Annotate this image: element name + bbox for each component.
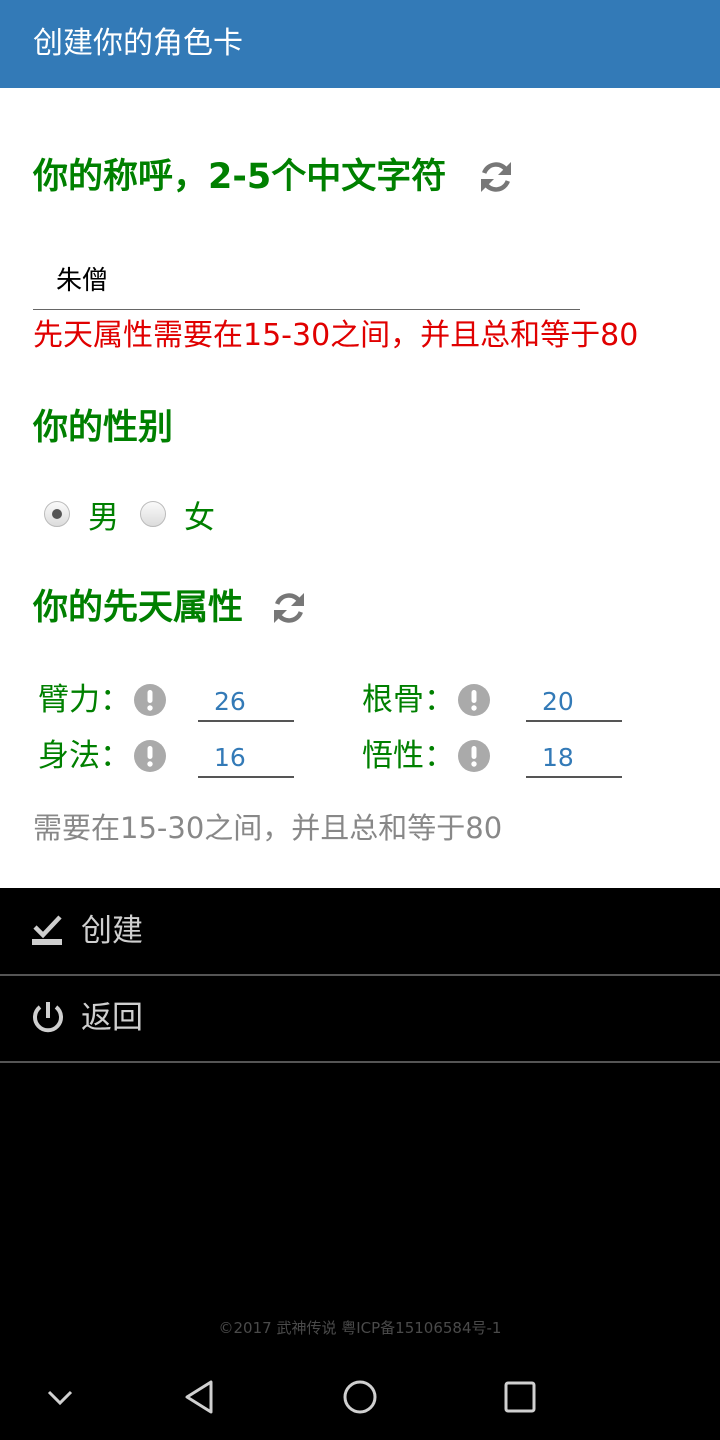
name-heading: 你的称呼，2-5个中文字符: [33, 157, 447, 197]
strength-input[interactable]: [198, 682, 294, 722]
back-label: 返回: [81, 1000, 143, 1036]
refresh-name-icon[interactable]: [478, 159, 514, 195]
back-button[interactable]: 返回: [0, 975, 720, 1063]
attribute-error-message: 先天属性需要在15-30之间，并且总和等于80: [33, 318, 639, 353]
character-form: 你的称呼，2-5个中文字符 先天属性需要在15-30之间，并且总和等于80 你的…: [0, 88, 720, 888]
agility-info-icon[interactable]: [134, 740, 166, 772]
create-label: 创建: [81, 913, 143, 949]
strength-info-icon[interactable]: [134, 684, 166, 716]
comprehension-input[interactable]: [526, 738, 622, 778]
gender-heading: 你的性别: [33, 408, 174, 448]
home-circle-icon[interactable]: [340, 1377, 380, 1417]
constitution-label: 根骨：: [362, 682, 455, 718]
strength-label: 臂力：: [38, 682, 131, 718]
gender-female-label[interactable]: 女: [184, 496, 215, 540]
comprehension-label: 悟性：: [362, 738, 455, 774]
gender-male-radio[interactable]: [44, 501, 70, 527]
attribute-hint: 需要在15-30之间，并且总和等于80: [33, 811, 503, 845]
recents-square-icon[interactable]: [500, 1377, 540, 1417]
app-header: 创建你的角色卡: [0, 0, 720, 88]
name-input[interactable]: [33, 248, 580, 310]
constitution-input[interactable]: [526, 682, 622, 722]
gender-male-label[interactable]: 男: [88, 496, 119, 540]
create-button[interactable]: 创建: [0, 888, 720, 976]
refresh-attributes-icon[interactable]: [271, 590, 307, 626]
copyright-footer: ©2017 武神传说 粤ICP备15106584号-1: [218, 1319, 502, 1337]
gender-female-radio[interactable]: [140, 501, 166, 527]
agility-input[interactable]: [198, 738, 294, 778]
download-check-icon: [32, 915, 62, 945]
chevron-down-icon[interactable]: [40, 1377, 80, 1417]
back-triangle-icon[interactable]: [180, 1377, 220, 1417]
comprehension-info-icon[interactable]: [458, 740, 490, 772]
agility-label: 身法：: [38, 738, 131, 774]
constitution-info-icon[interactable]: [458, 684, 490, 716]
page-title: 创建你的角色卡: [33, 26, 243, 61]
attributes-heading: 你的先天属性: [33, 588, 244, 628]
power-icon: [33, 1002, 63, 1033]
